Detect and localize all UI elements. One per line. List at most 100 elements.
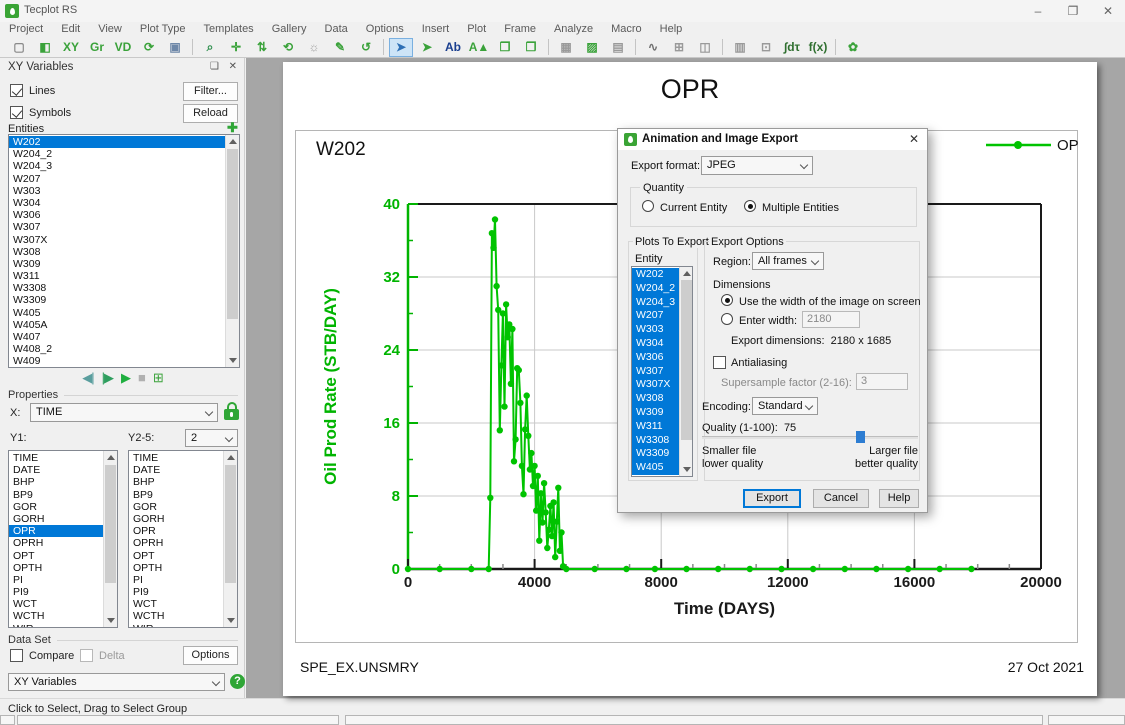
dialog-close-icon[interactable]: ✕	[909, 132, 919, 146]
list-item[interactable]: W309	[632, 405, 679, 420]
append-grid-icon[interactable]: ▨	[580, 38, 604, 57]
list-item[interactable]: WCTH	[9, 610, 103, 622]
menu-item[interactable]: Edit	[52, 22, 89, 37]
list-item[interactable]: W311	[632, 419, 679, 434]
list-item[interactable]: W204_2	[9, 148, 225, 160]
cancel-button[interactable]: Cancel	[813, 489, 869, 508]
list-item[interactable]: W407	[9, 331, 225, 343]
panel-mode-dropdown[interactable]: XY Variables	[8, 673, 225, 691]
list-item[interactable]: TIME	[9, 452, 103, 464]
list-item[interactable]: W3309	[632, 447, 679, 462]
list-item[interactable]: W311	[9, 270, 225, 282]
width-screen-radio[interactable]	[721, 294, 733, 306]
list-item[interactable]: W308	[9, 246, 225, 258]
close-button[interactable]: ✕	[1091, 0, 1125, 22]
list-item[interactable]: W207	[632, 309, 679, 324]
list-item[interactable]: W3308	[632, 433, 679, 448]
list-item[interactable]: W303	[9, 185, 225, 197]
list-item[interactable]: W308	[632, 392, 679, 406]
list-item[interactable]: GORH	[129, 513, 223, 525]
menu-item[interactable]: Analyze	[545, 22, 602, 37]
y1-scrollbar[interactable]	[103, 451, 117, 627]
region-dropdown[interactable]: All frames	[752, 252, 824, 270]
probe-curve-icon[interactable]: ∿	[641, 38, 665, 57]
multiple-entities-radio[interactable]	[744, 200, 756, 212]
menu-item[interactable]: Help	[651, 22, 692, 37]
list-item[interactable]: PI	[129, 574, 223, 586]
tile-frames-icon[interactable]: ❒	[493, 38, 517, 57]
scroll-thumb[interactable]	[681, 280, 692, 440]
list-item[interactable]: W306	[9, 209, 225, 221]
encoding-dropdown[interactable]: Standard	[752, 397, 818, 415]
list-item[interactable]: W307	[632, 364, 679, 379]
list-item[interactable]: PI9	[129, 586, 223, 598]
close-panel-icon[interactable]: ✕	[229, 61, 237, 72]
scroll-down-arrow[interactable]	[227, 618, 235, 623]
list-item[interactable]: WCT	[9, 598, 103, 610]
rotate-3d-tool-icon[interactable]: ⟲	[276, 38, 300, 57]
list-item[interactable]: WCTH	[129, 610, 223, 622]
quality-slider-track[interactable]	[702, 436, 918, 439]
delta-checkbox[interactable]	[80, 649, 93, 662]
float-panel-icon[interactable]: ❏	[210, 61, 219, 72]
y2-scrollbar[interactable]	[223, 451, 237, 627]
lock-icon[interactable]	[224, 401, 239, 420]
menu-item[interactable]: Frame	[495, 22, 545, 37]
list-item[interactable]: W303	[632, 323, 679, 337]
list-item[interactable]: W204_3	[9, 160, 225, 172]
push-frame-icon[interactable]: ❐	[519, 38, 543, 57]
list-item[interactable]: W307X	[632, 378, 679, 393]
list-item[interactable]: TIME	[129, 452, 223, 464]
export-animation-button[interactable]: ⊞	[153, 370, 164, 385]
translate-tool-icon[interactable]: ✛	[224, 38, 248, 57]
list-item[interactable]: W408_2	[9, 343, 225, 355]
list-item[interactable]: W405	[632, 461, 679, 475]
mirror-view-icon[interactable]: ◫	[693, 38, 717, 57]
y25-count-dropdown[interactable]: 2	[185, 429, 238, 447]
list-item[interactable]: W307X	[9, 234, 225, 246]
load-xy-data-icon[interactable]: XY	[59, 38, 83, 57]
step-back-button[interactable]: ◀|	[82, 370, 94, 385]
minimize-button[interactable]: –	[1021, 0, 1055, 22]
filter-button[interactable]: Filter...	[183, 82, 238, 101]
help-button[interactable]: Help	[879, 489, 919, 508]
list-item[interactable]: W307	[9, 221, 225, 233]
menu-item[interactable]: Plot	[458, 22, 495, 37]
list-item[interactable]: OPRH	[129, 537, 223, 549]
reload-dataset-icon[interactable]: ⟳	[137, 38, 161, 57]
menu-item[interactable]: Plot Type	[131, 22, 195, 37]
list-item[interactable]: PI	[9, 574, 103, 586]
list-item[interactable]: W3308	[9, 282, 225, 294]
export-button[interactable]: Export	[743, 489, 801, 508]
new-file-icon[interactable]: ▢	[7, 38, 31, 57]
list-item[interactable]: W309	[9, 258, 225, 270]
menu-item[interactable]: Gallery	[263, 22, 316, 37]
list-item[interactable]: GOR	[9, 501, 103, 513]
undo-icon[interactable]: ↺	[354, 38, 378, 57]
restyle-tool-icon[interactable]: ✎	[328, 38, 352, 57]
list-item[interactable]: OPT	[9, 550, 103, 562]
menu-item[interactable]: Insert	[413, 22, 459, 37]
list-item[interactable]: W405	[9, 307, 225, 319]
maximize-button[interactable]: ❐	[1056, 0, 1090, 22]
list-item[interactable]: WIR	[9, 623, 103, 627]
column-layout-icon[interactable]: ▥	[728, 38, 752, 57]
help-icon[interactable]: ?	[230, 674, 245, 689]
scroll-thumb[interactable]	[225, 465, 236, 583]
list-item[interactable]: GOR	[129, 501, 223, 513]
list-item[interactable]: OPT	[129, 550, 223, 562]
table-view-icon[interactable]: ⊞	[667, 38, 691, 57]
menu-item[interactable]: Macro	[602, 22, 651, 37]
entities-scrollbar[interactable]	[225, 135, 239, 367]
menu-item[interactable]: Options	[357, 22, 413, 37]
list-item[interactable]: W306	[632, 350, 679, 365]
list-item[interactable]: DATE	[129, 464, 223, 476]
list-item[interactable]: W202	[632, 268, 679, 282]
list-item[interactable]: BHP	[9, 476, 103, 488]
add-text-tool-icon[interactable]: Ab	[441, 38, 465, 57]
save-project-icon[interactable]: ▣	[163, 38, 187, 57]
export-format-dropdown[interactable]: JPEG	[701, 156, 813, 175]
compare-checkbox[interactable]	[10, 649, 23, 662]
scroll-down-arrow[interactable]	[229, 358, 237, 363]
tecplot-360-icon[interactable]: ✿	[841, 38, 865, 57]
